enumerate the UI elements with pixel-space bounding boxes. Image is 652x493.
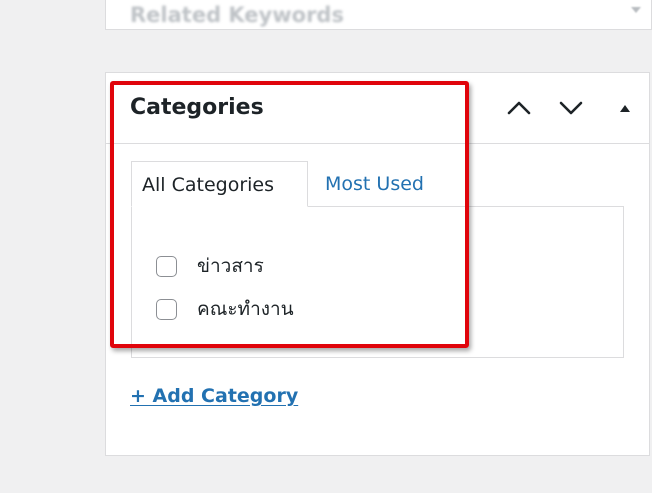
category-item[interactable]: คณะทำงาน: [156, 294, 294, 324]
category-checklist: ข่าวสาร คณะทำงาน: [131, 206, 624, 358]
previous-panel: Related Keywords: [105, 0, 652, 30]
chevron-down-icon: [559, 101, 583, 115]
toggle-panel-button[interactable]: [610, 93, 640, 123]
caret-down-icon[interactable]: [631, 7, 641, 13]
chevron-up-icon: [507, 101, 531, 115]
add-category-link[interactable]: + Add Category: [130, 385, 298, 407]
move-down-button[interactable]: [556, 93, 586, 123]
category-checkbox[interactable]: [156, 298, 177, 320]
postbox-title: Categories: [130, 95, 264, 120]
postbox-header: Categories: [106, 73, 649, 144]
tab-all-categories[interactable]: All Categories: [131, 161, 308, 207]
category-label: คณะทำงาน: [197, 298, 294, 320]
category-checkbox[interactable]: [156, 255, 177, 277]
previous-panel-title: Related Keywords: [130, 3, 344, 27]
tab-most-used[interactable]: Most Used: [315, 161, 455, 207]
move-up-button[interactable]: [504, 93, 534, 123]
categories-postbox: Categories All Categories Most Used ข่าว…: [105, 72, 650, 456]
triangle-up-icon: [620, 105, 630, 112]
category-item[interactable]: ข่าวสาร: [156, 251, 264, 281]
category-label: ข่าวสาร: [197, 255, 264, 277]
